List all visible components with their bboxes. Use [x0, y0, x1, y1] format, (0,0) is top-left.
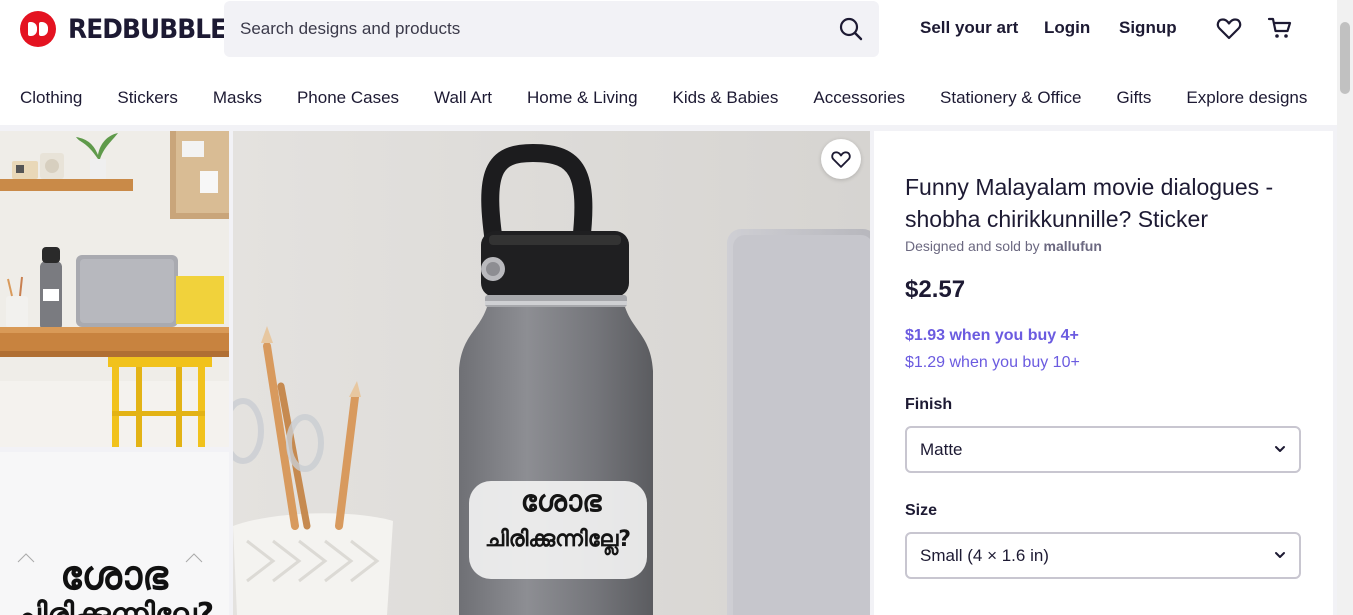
nav-stickers[interactable]: Stickers: [117, 88, 177, 108]
redbubble-logo[interactable]: REDBUBBLE: [20, 11, 240, 47]
favorites-button[interactable]: [1215, 14, 1243, 42]
signup-link[interactable]: Signup: [1119, 18, 1177, 38]
heart-icon: [1216, 18, 1242, 40]
sticker-text-on-bottle: ശോഭ: [520, 484, 602, 519]
finish-select[interactable]: Matte: [905, 426, 1301, 473]
product-thumbnail-sticker[interactable]: ശോഭ ചിരിക്കുന്നില്ലേ?: [0, 452, 229, 615]
nav-masks[interactable]: Masks: [213, 88, 262, 108]
artist-byline: Designed and sold by mallufun: [905, 238, 1102, 254]
product-details-panel: Funny Malayalam movie dialogues - shobha…: [874, 131, 1333, 615]
byline-prefix: Designed and sold by: [905, 238, 1040, 254]
nav-explore-designs[interactable]: Explore designs: [1186, 88, 1307, 108]
finish-selected-value: Matte: [920, 439, 963, 459]
cart-button[interactable]: [1266, 14, 1294, 42]
bulk-price-4: $1.93 when you buy 4+: [905, 327, 1079, 344]
product-thumbnail-desk-scene[interactable]: [0, 131, 229, 447]
sell-your-art-link[interactable]: Sell your art: [920, 18, 1018, 38]
cart-icon: [1267, 17, 1292, 38]
finish-label: Finish: [905, 396, 953, 413]
desk-scene-image: [0, 131, 229, 447]
brand-name: REDBUBBLE: [68, 13, 227, 45]
search-button[interactable]: [837, 15, 865, 43]
size-label: Size: [905, 502, 938, 519]
nav-home-living[interactable]: Home & Living: [527, 88, 638, 108]
scrollbar-thumb[interactable]: [1340, 22, 1350, 94]
size-selected-value: Small (4 × 1.6 in): [920, 545, 1049, 565]
bulk-price-10: $1.29 when you buy 10+: [905, 354, 1080, 371]
size-select[interactable]: Small (4 × 1.6 in): [905, 532, 1301, 579]
search-bar: [224, 1, 879, 57]
nav-kids-babies[interactable]: Kids & Babies: [673, 88, 779, 108]
product-price: $2.57: [905, 276, 966, 303]
add-to-favorites-button[interactable]: [821, 139, 861, 179]
artist-link[interactable]: mallufun: [1044, 238, 1102, 254]
site-header: REDBUBBLE Sell your art Login Signup Clo…: [0, 0, 1337, 125]
nav-clothing[interactable]: Clothing: [20, 88, 82, 108]
search-input[interactable]: [224, 1, 824, 57]
redbubble-logo-icon: [20, 11, 56, 47]
product-title: Funny Malayalam movie dialogues - shobha…: [905, 174, 1274, 232]
nav-wall-art[interactable]: Wall Art: [434, 88, 492, 108]
category-nav: Clothing Stickers Masks Phone Cases Wall…: [20, 88, 1307, 108]
chevron-down-icon: [1275, 446, 1285, 452]
chevron-down-icon: [1275, 552, 1285, 558]
nav-stationery-office[interactable]: Stationery & Office: [940, 88, 1081, 108]
heart-icon: [831, 151, 851, 168]
login-link[interactable]: Login: [1044, 18, 1090, 38]
main-product-image[interactable]: ശോഭ ചിരിക്കുന്നില്ലേ?: [233, 131, 870, 615]
nav-gifts[interactable]: Gifts: [1116, 88, 1151, 108]
nav-accessories[interactable]: Accessories: [813, 88, 905, 108]
search-icon: [839, 17, 863, 41]
crop-marks: [17, 553, 203, 563]
sticker-text-on-bottle-line2: ചിരിക്കുന്നില്ലേ?: [484, 527, 632, 552]
nav-phone-cases[interactable]: Phone Cases: [297, 88, 399, 108]
